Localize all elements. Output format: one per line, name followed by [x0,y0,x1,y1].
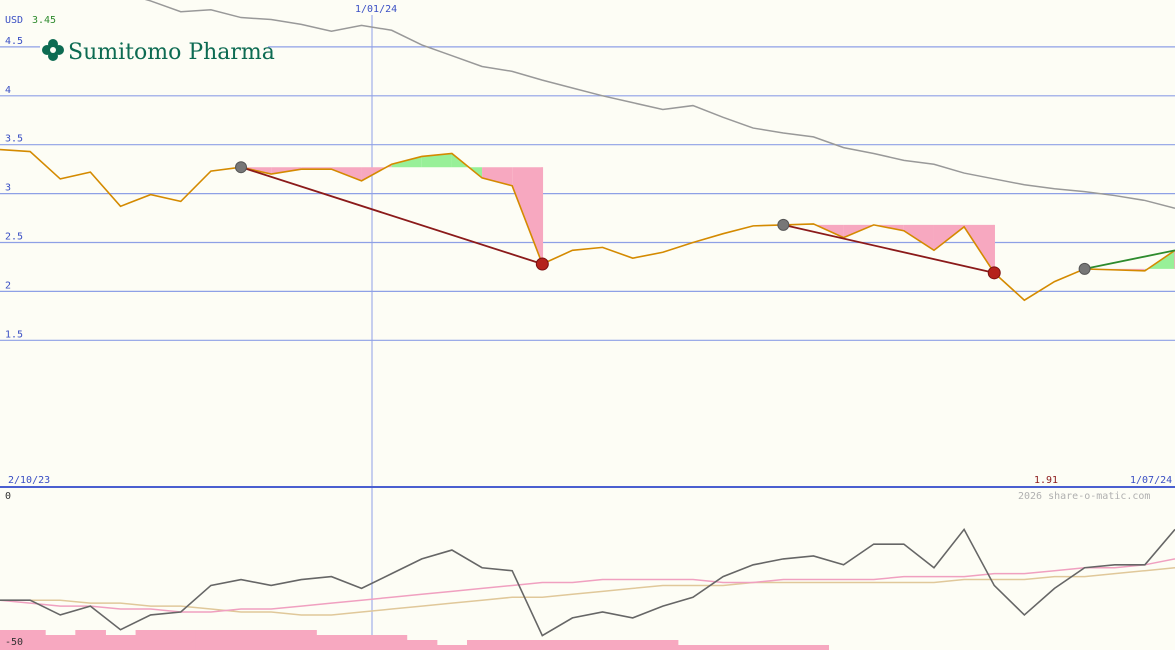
oscillator-bar [466,640,498,650]
currency-label: USD [5,15,23,26]
oscillator-bar [105,635,137,650]
oscillator-bar [316,635,347,650]
date-marker-label: 1/01/24 [355,4,397,15]
oscillator-bar [225,630,257,650]
oscillator-bar [436,645,468,650]
chart-background [0,0,1175,650]
oscillator-bar [768,645,799,650]
oscillator-bar [647,640,679,650]
y-tick-label: 2.5 [5,232,23,243]
oscillator-bar [617,640,649,650]
last-price-label: 3.45 [32,15,56,26]
y-tick-label: 2 [5,280,11,291]
oscillator-bar [45,635,76,650]
oscillator-bar [346,635,378,650]
oscillator-bar [165,630,197,650]
oscillator-bar [557,640,588,650]
oscillator-bar [798,645,830,650]
oscillator-bar [527,640,558,650]
oscillator-bar [286,630,317,650]
company-logo: Sumitomo Pharma [40,38,275,65]
oscillator-bar [75,630,106,650]
trend-end-marker [535,257,549,271]
oscillator-bar [497,640,528,650]
trend-start-marker [777,218,790,231]
trend-end-marker [987,266,1001,280]
y-tick-label: 4.5 [5,36,23,47]
trend-start-marker [235,161,248,174]
oscillator-bar [708,645,739,650]
y-tick-label: 1.5 [5,329,23,340]
oscillator-bar [406,640,438,650]
credit-label: 2026 share-o-matic.com [1018,491,1150,502]
oscillator-bar [195,630,227,650]
oscillator-bar [135,630,167,650]
stock-chart: 5.554.543.532.521.5 USD 3.45 1/01/24 Sum… [0,0,1175,650]
y-tick-label: 4 [5,85,11,96]
end-date-label: 1/07/24 [1130,475,1172,486]
oscillator-bar [376,635,408,650]
oscillator-top-label: 0 [5,491,11,502]
low-value-label: 1.91 [1034,475,1058,486]
oscillator-bar [677,645,709,650]
oscillator-bottom-label: -50 [5,637,23,648]
y-tick-label: 3.5 [5,134,23,145]
y-tick-label: 3 [5,183,11,194]
start-date-label: 2/10/23 [8,475,50,486]
oscillator-bar [738,645,769,650]
trend-start-marker [1078,262,1091,275]
oscillator-bar [256,630,287,650]
oscillator-bar [587,640,619,650]
company-logo-text: Sumitomo Pharma [68,40,275,65]
